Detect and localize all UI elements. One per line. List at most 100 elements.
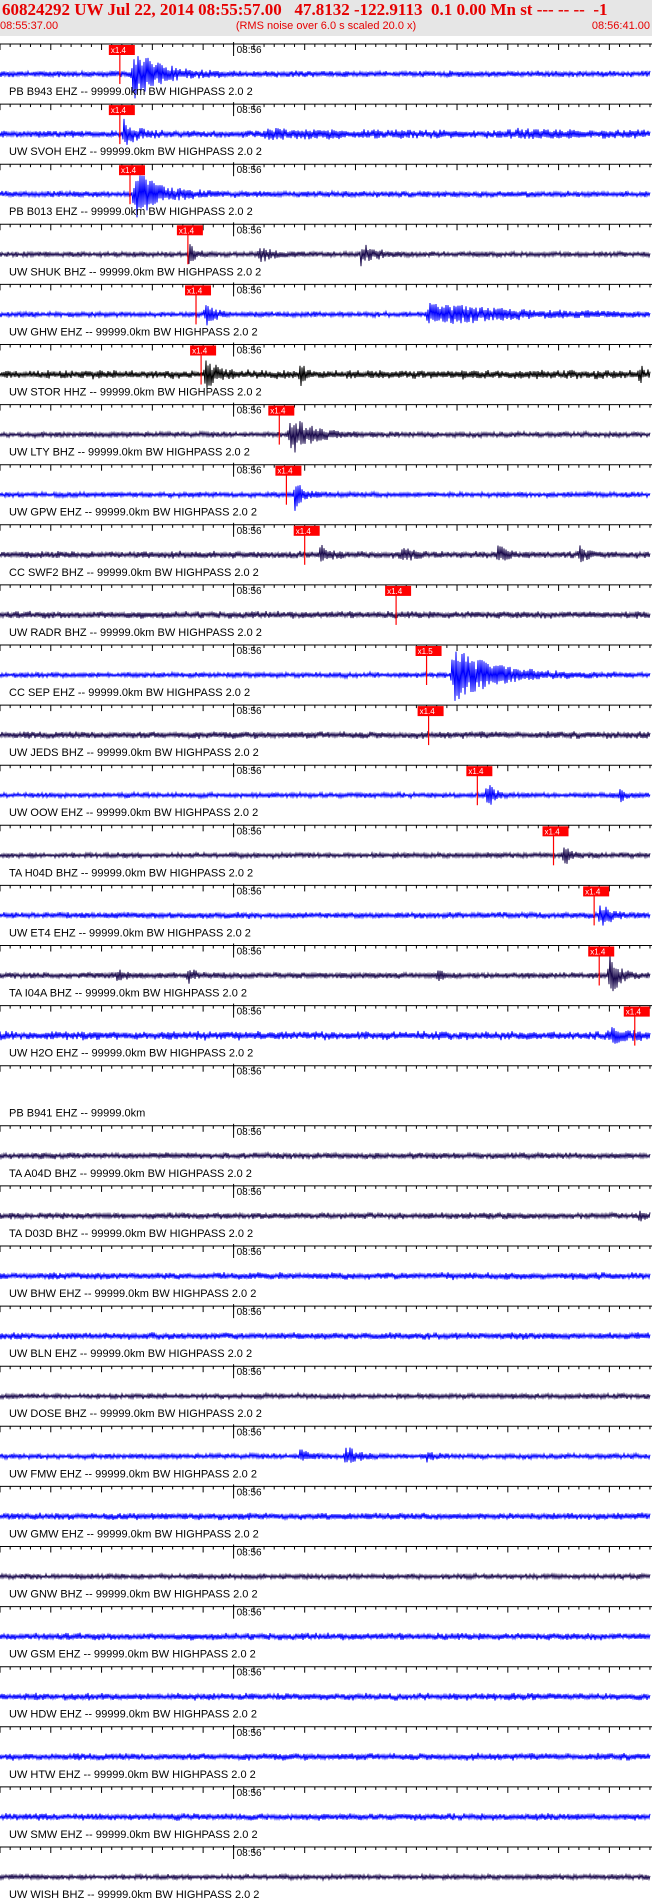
rms-note: (RMS noise over 6.0 s scaled 20.0 x) (235, 20, 417, 32)
station-label: UW SVOH EHZ -- 99999.0km BW HIGHPASS 2.0… (9, 146, 262, 158)
pick-label: x1.4 (121, 166, 137, 175)
minute-label: 08:56 (237, 706, 262, 717)
station-label: TA I04A BHZ -- 99999.0km BW HIGHPASS 2.0… (9, 988, 247, 1000)
waveform-trace-18 (0, 1150, 651, 1161)
station-label: TA H04D BHZ -- 99999.0km BW HIGHPASS 2.0… (9, 867, 253, 879)
minute-label: 08:56 (237, 1427, 262, 1438)
station-label: UW DOSE BHZ -- 99999.0km BW HIGHPASS 2.0… (9, 1408, 262, 1420)
waveform-trace-26 (0, 1632, 651, 1641)
waveform-trace-28 (0, 1752, 651, 1762)
minute-label: 08:56 (237, 1487, 262, 1498)
minute-label: 08:56 (237, 947, 262, 958)
station-label: UW SHUK BHZ -- 99999.0km BW HIGHPASS 2.0… (9, 266, 261, 278)
station-label: TA D03D BHZ -- 99999.0km BW HIGHPASS 2.0… (9, 1228, 253, 1240)
minute-label: 08:56 (237, 1187, 262, 1198)
station-label: UW BHW EHZ -- 99999.0km BW HIGHPASS 2.0 … (9, 1288, 256, 1300)
waveform-trace-13 (0, 847, 651, 864)
pick-label: x1.4 (111, 46, 127, 55)
waveform-trace-27 (0, 1692, 651, 1702)
waveform-trace-24 (0, 1512, 651, 1522)
waveform-trace-14 (0, 905, 651, 926)
waveform-trace-15 (0, 954, 651, 992)
pick-label: x1.4 (277, 467, 293, 476)
station-label: UW RADR BHZ -- 99999.0km BW HIGHPASS 2.0… (9, 627, 262, 639)
pick-label: x1.4 (545, 827, 561, 836)
minute-label: 08:56 (237, 766, 262, 777)
minute-label: 08:56 (237, 1848, 262, 1859)
pick-label: x1.4 (387, 587, 403, 596)
station-label: UW JEDS BHZ -- 99999.0km BW HIGHPASS 2.0… (9, 747, 259, 759)
waveform-trace-16 (0, 1027, 651, 1044)
minute-label: 08:56 (237, 826, 262, 837)
pick-label: x1.4 (626, 1008, 642, 1017)
minute-label: 08:56 (237, 1728, 262, 1739)
seismogram-plot: 08:56 x1.4 PB B943 EHZ -- 99999.0km BW HIG… (0, 42, 652, 1898)
minute-label: 08:56 (237, 526, 262, 537)
minute-label: 08:56 (237, 1548, 262, 1559)
minute-label: 08:56 (237, 886, 262, 897)
station-label: PB B943 EHZ -- 99999.0km BW HIGHPASS 2.0… (9, 86, 253, 98)
minute-label: 08:56 (237, 1668, 262, 1679)
pick-label: x1.4 (270, 407, 286, 416)
station-label: UW STOR HHZ -- 99999.0km BW HIGHPASS 2.0… (9, 387, 262, 399)
pick-label: x1.4 (468, 767, 484, 776)
minute-label: 08:56 (237, 466, 262, 477)
waveform-trace-20 (0, 1271, 651, 1281)
station-label: PB B013 EHZ -- 99999.0km BW HIGHPASS 2.0… (9, 206, 253, 218)
waveform-trace-1 (0, 118, 651, 145)
station-label: UW HDW EHZ -- 99999.0km BW HIGHPASS 2.0 … (9, 1709, 257, 1721)
minute-label: 08:56 (237, 406, 262, 417)
station-label: UW BLN EHZ -- 99999.0km BW HIGHPASS 2.0 … (9, 1348, 252, 1360)
station-label: UW OOW EHZ -- 99999.0km BW HIGHPASS 2.0 … (9, 807, 258, 819)
end-time: 08:56:41.00 (591, 20, 650, 32)
event-title: 60824292 UW Jul 22, 2014 08:55:57.00 47.… (2, 0, 608, 19)
waveform-trace-11 (0, 730, 651, 740)
waveform-trace-25 (0, 1572, 651, 1582)
waveform-trace-19 (0, 1210, 651, 1222)
pick-label: x1.4 (187, 286, 203, 295)
pick-label: x1.4 (296, 527, 312, 536)
waveform-trace-23 (0, 1447, 651, 1463)
minute-label: 08:56 (237, 1367, 262, 1378)
pick-label: x1.4 (420, 707, 436, 716)
station-label: UW HTW EHZ -- 99999.0km BW HIGHPASS 2.0 … (9, 1769, 256, 1781)
station-label: UW GNW BHZ -- 99999.0km BW HIGHPASS 2.0 … (9, 1589, 258, 1601)
minute-label: 08:56 (237, 646, 262, 657)
station-label: UW H2O EHZ -- 99999.0km BW HIGHPASS 2.0 … (9, 1048, 253, 1060)
waveform-trace-30 (0, 1872, 651, 1882)
minute-label: 08:56 (237, 586, 262, 597)
waveform-trace-22 (0, 1391, 651, 1401)
station-label: CC SEP EHZ -- 99999.0km BW HIGHPASS 2.0 … (9, 687, 250, 699)
minute-label: 08:56 (237, 1127, 262, 1138)
minute-label: 08:56 (237, 165, 262, 176)
pick-label: x1.4 (585, 887, 601, 896)
station-label: UW WISH BHZ -- 99999.0km BW HIGHPASS 2.0… (9, 1889, 259, 1898)
waveform-trace-8 (0, 544, 651, 563)
station-label: UW ET4 EHZ -- 99999.0km BW HIGHPASS 2.0 … (9, 927, 251, 939)
minute-label: 08:56 (237, 285, 262, 296)
station-label: UW FMW EHZ -- 99999.0km BW HIGHPASS 2.0 … (9, 1468, 257, 1480)
waveform-trace-29 (0, 1812, 651, 1822)
pick-label: x1.4 (192, 347, 208, 356)
waveform-trace-9 (0, 610, 651, 620)
pick-label: x1.4 (111, 106, 127, 115)
station-label: UW GMW EHZ -- 99999.0km BW HIGHPASS 2.0 … (9, 1528, 259, 1540)
station-label: CC SWF2 BHZ -- 99999.0km BW HIGHPASS 2.0… (9, 567, 259, 579)
station-label: TA A04D BHZ -- 99999.0km BW HIGHPASS 2.0… (9, 1168, 252, 1180)
station-label: UW GPW EHZ -- 99999.0km BW HIGHPASS 2.0 … (9, 507, 257, 519)
minute-label: 08:56 (237, 346, 262, 357)
waveform-trace-3 (0, 244, 651, 267)
station-label: UW SMW EHZ -- 99999.0km BW HIGHPASS 2.0 … (9, 1829, 258, 1841)
station-label: UW GSM EHZ -- 99999.0km BW HIGHPASS 2.0 … (9, 1649, 256, 1661)
station-label: PB B941 EHZ -- 99999.0km (9, 1108, 145, 1120)
station-label: UW GHW EHZ -- 99999.0km BW HIGHPASS 2.0 … (9, 326, 258, 338)
station-label: UW LTY BHZ -- 99999.0km BW HIGHPASS 2.0 … (9, 447, 250, 459)
minute-label: 08:56 (237, 1247, 262, 1258)
minute-label: 08:56 (237, 1067, 262, 1078)
waveform-trace-5 (0, 360, 651, 388)
waveform-trace-12 (0, 785, 651, 805)
waveform-trace-4 (0, 302, 651, 326)
minute-label: 08:56 (237, 1608, 262, 1619)
minute-label: 08:56 (237, 1307, 262, 1318)
pick-label: x1.5 (418, 647, 434, 656)
